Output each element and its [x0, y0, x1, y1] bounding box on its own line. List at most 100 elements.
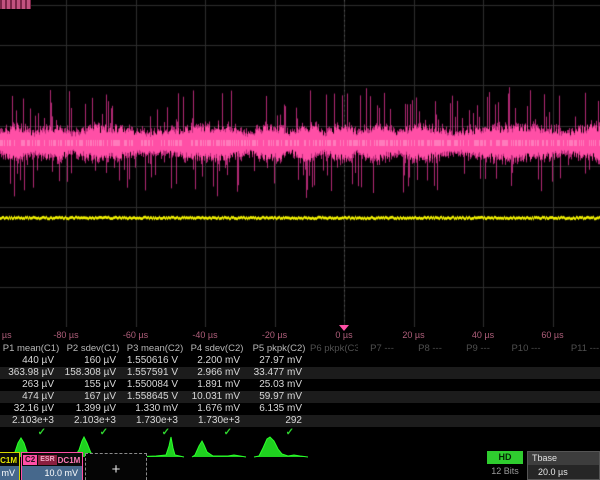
measure-cell: [406, 415, 454, 427]
measure-cell: [502, 355, 550, 367]
time-axis-tick: -20 µs: [262, 330, 287, 340]
channel-c1-descriptor[interactable]: DC1M 10.0 mV: [0, 452, 20, 480]
measure-cell: [502, 403, 550, 415]
c1-scale-value: 10.0 mV: [0, 466, 19, 480]
measure-param-header[interactable]: P4 sdev(C2): [186, 342, 248, 355]
measure-cell: [406, 355, 454, 367]
measure-cell: 474 µV: [0, 391, 62, 403]
measure-cell: [502, 427, 550, 439]
measure-cell: 1.550084 V: [124, 379, 186, 391]
measure-cell: [310, 355, 358, 367]
measure-cell: 59.97 mV: [248, 391, 310, 403]
measure-cell: [454, 403, 502, 415]
parameter-histicon[interactable]: [190, 436, 248, 458]
measure-cell: [550, 427, 600, 439]
timebase-descriptor[interactable]: Tbase 20.0 µs: [527, 451, 600, 480]
measure-cell: 1.730e+3: [124, 415, 186, 427]
measure-cell: 1.676 mV: [186, 403, 248, 415]
measure-cell: 27.97 mV: [248, 355, 310, 367]
measure-param-header[interactable]: P11 ---: [550, 342, 600, 355]
measure-cell: [406, 427, 454, 439]
measure-param-header[interactable]: P2 sdev(C1): [62, 342, 124, 355]
measure-cell: 263 µV: [0, 379, 62, 391]
measure-cell: [550, 415, 600, 427]
measure-param-header[interactable]: P1 mean(C1): [0, 342, 62, 355]
measure-cell: [358, 391, 406, 403]
channel-c2-descriptor[interactable]: C2 ESR DC1M 10.0 mV: [21, 452, 83, 480]
hd-bits-label: 12 Bits: [487, 466, 523, 476]
time-axis-tick: 40 µs: [472, 330, 494, 340]
parameter-histicon[interactable]: [252, 436, 310, 458]
c1-coupling-label: DC1M: [0, 456, 17, 465]
measure-cell: [406, 403, 454, 415]
measure-cell: [502, 415, 550, 427]
measure-cell: [406, 391, 454, 403]
measure-param-header[interactable]: P7 ---: [358, 342, 406, 355]
measure-cell: [358, 415, 406, 427]
measure-cell: [406, 379, 454, 391]
measure-cell: [310, 427, 358, 439]
time-axis-tick: -40 µs: [192, 330, 217, 340]
waveform-grid: [0, 0, 600, 327]
measure-cell: [550, 367, 600, 379]
measure-cell: [550, 355, 600, 367]
measure-cell: [310, 403, 358, 415]
c2-coupling-label: DC1M: [58, 456, 81, 465]
measure-cell: [454, 427, 502, 439]
measure-cell: 6.135 mV: [248, 403, 310, 415]
hd-mode-badge[interactable]: HD: [487, 451, 523, 464]
measure-cell: 10.031 mV: [186, 391, 248, 403]
measure-cell: [358, 427, 406, 439]
c2-esr-badge: ESR: [38, 455, 56, 465]
measure-cell: 2.103e+3: [0, 415, 62, 427]
plus-icon: +: [112, 461, 121, 478]
measure-cell: [502, 391, 550, 403]
measure-cell: 25.03 mV: [248, 379, 310, 391]
measure-cell: [406, 367, 454, 379]
trigger-position-marker[interactable]: [339, 325, 349, 331]
c2-channel-badge: C2: [23, 455, 37, 465]
time-axis-tick: -100 µs: [0, 330, 12, 340]
oscilloscope-screen: -100 µs-80 µs-60 µs-40 µs-20 µs0 µs20 µs…: [0, 0, 600, 480]
measure-param-header[interactable]: P6 pkpk(C3): [310, 342, 358, 355]
measure-param-header[interactable]: P9 ---: [454, 342, 502, 355]
measure-cell: [502, 379, 550, 391]
measure-cell: [358, 403, 406, 415]
measure-cell: 1.558645 V: [124, 391, 186, 403]
c2-scale-value: 10.0 mV: [22, 466, 82, 480]
measure-cell: [454, 379, 502, 391]
measurement-table: P1 mean(C1)P2 sdev(C1)P3 mean(C2)P4 sdev…: [0, 342, 600, 439]
time-axis-tick: 60 µs: [541, 330, 563, 340]
measure-cell: 2.200 mV: [186, 355, 248, 367]
measure-cell: 363.98 µV: [0, 367, 62, 379]
top-left-badge[interactable]: [0, 0, 31, 9]
measure-cell: [550, 403, 600, 415]
time-axis-tick: 20 µs: [402, 330, 424, 340]
time-axis-tick: -80 µs: [53, 330, 78, 340]
measure-cell: 1.891 mV: [186, 379, 248, 391]
measure-cell: [310, 415, 358, 427]
measure-param-header[interactable]: P5 pkpk(C2): [248, 342, 310, 355]
measure-cell: 32.16 µV: [0, 403, 62, 415]
measure-cell: [454, 367, 502, 379]
time-axis: -100 µs-80 µs-60 µs-40 µs-20 µs0 µs20 µs…: [0, 327, 600, 342]
measure-cell: [550, 379, 600, 391]
measure-cell: 2.103e+3: [62, 415, 124, 427]
measure-cell: 1.550616 V: [124, 355, 186, 367]
measure-cell: 1.730e+3: [186, 415, 248, 427]
measure-cell: 33.477 mV: [248, 367, 310, 379]
measure-param-header[interactable]: P3 mean(C2): [124, 342, 186, 355]
measure-param-header[interactable]: P10 ---: [502, 342, 550, 355]
measure-cell: [454, 415, 502, 427]
measure-cell: 1.557591 V: [124, 367, 186, 379]
measure-cell: [358, 355, 406, 367]
measure-cell: 167 µV: [62, 391, 124, 403]
measure-cell: [310, 391, 358, 403]
add-trace-button[interactable]: +: [85, 453, 147, 480]
measure-cell: [310, 379, 358, 391]
time-axis-tick: 0 µs: [335, 330, 352, 340]
measure-cell: [550, 391, 600, 403]
measure-cell: [454, 391, 502, 403]
measure-param-header[interactable]: P8 ---: [406, 342, 454, 355]
measure-cell: 440 µV: [0, 355, 62, 367]
